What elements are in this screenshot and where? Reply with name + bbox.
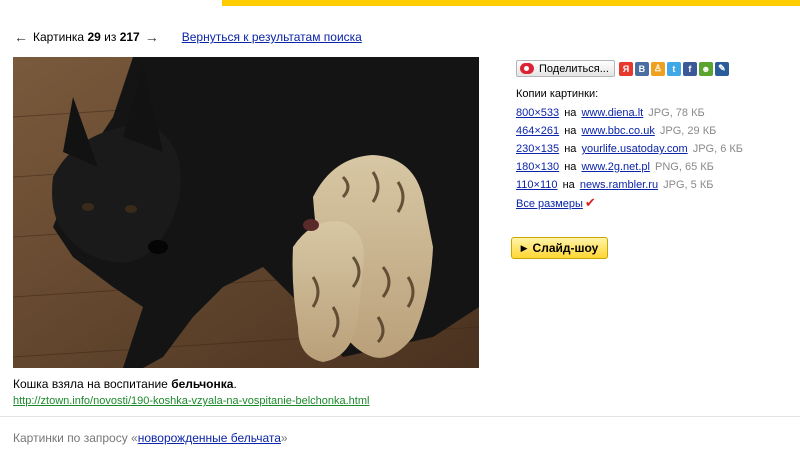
prev-arrow-icon[interactable]: ← [13,29,29,45]
top-accent-bar [222,0,800,6]
copy-na: на [564,161,577,173]
copy-site-link[interactable]: yourlife.usatoday.com [581,143,687,155]
caption-highlight: бельчонка [171,377,234,391]
copy-na: на [564,125,577,137]
copy-row: 800×533 на www.diena.lt JPG, 78 КБ [516,104,743,122]
copy-na: на [562,179,575,191]
vkontakte-icon[interactable]: В [634,61,649,76]
twitter-icon[interactable]: t [666,61,681,76]
dog-and-tiger-cubs-photo [13,57,479,368]
share-button[interactable]: Поделиться... [516,60,615,77]
counter-current: 29 [87,30,101,44]
copy-row: 110×110 на news.rambler.ru JPG, 5 КБ [516,176,743,194]
all-sizes-row: Все размеры ✔ [516,194,743,212]
copy-row: 180×130 на www.2g.net.pl PNG, 65 КБ [516,158,743,176]
checkmark-icon: ✔ [584,195,596,210]
slideshow-button[interactable]: ▶ Слайд-шоу [511,237,608,259]
main-image[interactable] [13,57,479,368]
odnoklassniki-icon[interactable]: ☻ [698,61,713,76]
counter-prefix: Картинка [33,30,85,44]
image-copies: Копии картинки: 800×533 на www.diena.lt … [516,88,743,212]
facebook-icon[interactable]: f [682,61,697,76]
livejournal-icon[interactable]: ✎ [714,61,729,76]
copy-site-link[interactable]: news.rambler.ru [580,179,658,191]
counter-of: из [104,30,117,44]
copy-row: 230×135 на yourlife.usatoday.com JPG, 6 … [516,140,743,158]
copy-size-link[interactable]: 230×135 [516,143,559,155]
play-icon: ▶ [520,242,528,253]
copy-meta: JPG, 5 КБ [663,179,714,191]
copy-meta: JPG, 6 КБ [692,143,744,155]
copy-meta: JPG, 78 КБ [648,107,705,119]
image-counter: Картинка 29 из 217 [33,30,140,44]
share-eye-icon [520,63,534,74]
copy-meta: PNG, 65 КБ [655,161,714,173]
copy-site-link[interactable]: www.2g.net.pl [581,161,649,173]
yaru-icon[interactable]: Я [618,61,633,76]
copies-title: Копии картинки: [516,88,599,100]
copy-row: 464×261 на www.bbc.co.uk JPG, 29 КБ [516,122,743,140]
copy-site-link[interactable]: www.bbc.co.uk [581,125,654,137]
source-page-link[interactable]: http://ztown.info/novosti/190-koshka-vzy… [13,395,369,407]
caption-suffix: . [233,377,237,391]
divider [0,416,800,417]
image-navigation: ← Картинка 29 из 217 → Вернуться к резул… [13,28,362,46]
query-suffix: » [280,431,288,445]
query-link[interactable]: новорожденные бельчата [138,431,281,445]
back-to-results-link[interactable]: Вернуться к результатам поиска [182,30,362,44]
copy-size-link[interactable]: 464×261 [516,125,559,137]
copy-na: на [564,143,577,155]
slideshow-label: Слайд-шоу [532,241,599,255]
copy-meta: JPG, 29 КБ [659,125,717,137]
next-arrow-icon[interactable]: → [144,29,160,45]
query-prefix: Картинки по запросу « [13,431,138,445]
copy-site-link[interactable]: www.diena.lt [581,107,643,119]
all-sizes-link[interactable]: Все размеры [516,198,583,210]
copy-size-link[interactable]: 180×130 [516,161,559,173]
copy-na: на [564,107,577,119]
share-bar: Поделиться... Я В ♙ t f ☻ ✎ [516,60,729,77]
search-query-line: Картинки по запросу «новорожденные бельч… [13,431,288,445]
image-caption: Кошка взяла на воспитание бельчонка. [13,377,237,391]
caption-text: Кошка взяла на воспитание [13,377,172,391]
share-button-label: Поделиться... [539,62,609,75]
counter-total: 217 [119,30,140,44]
moikrug-icon[interactable]: ♙ [650,61,665,76]
copy-size-link[interactable]: 110×110 [516,179,558,191]
copy-size-link[interactable]: 800×533 [516,107,559,119]
